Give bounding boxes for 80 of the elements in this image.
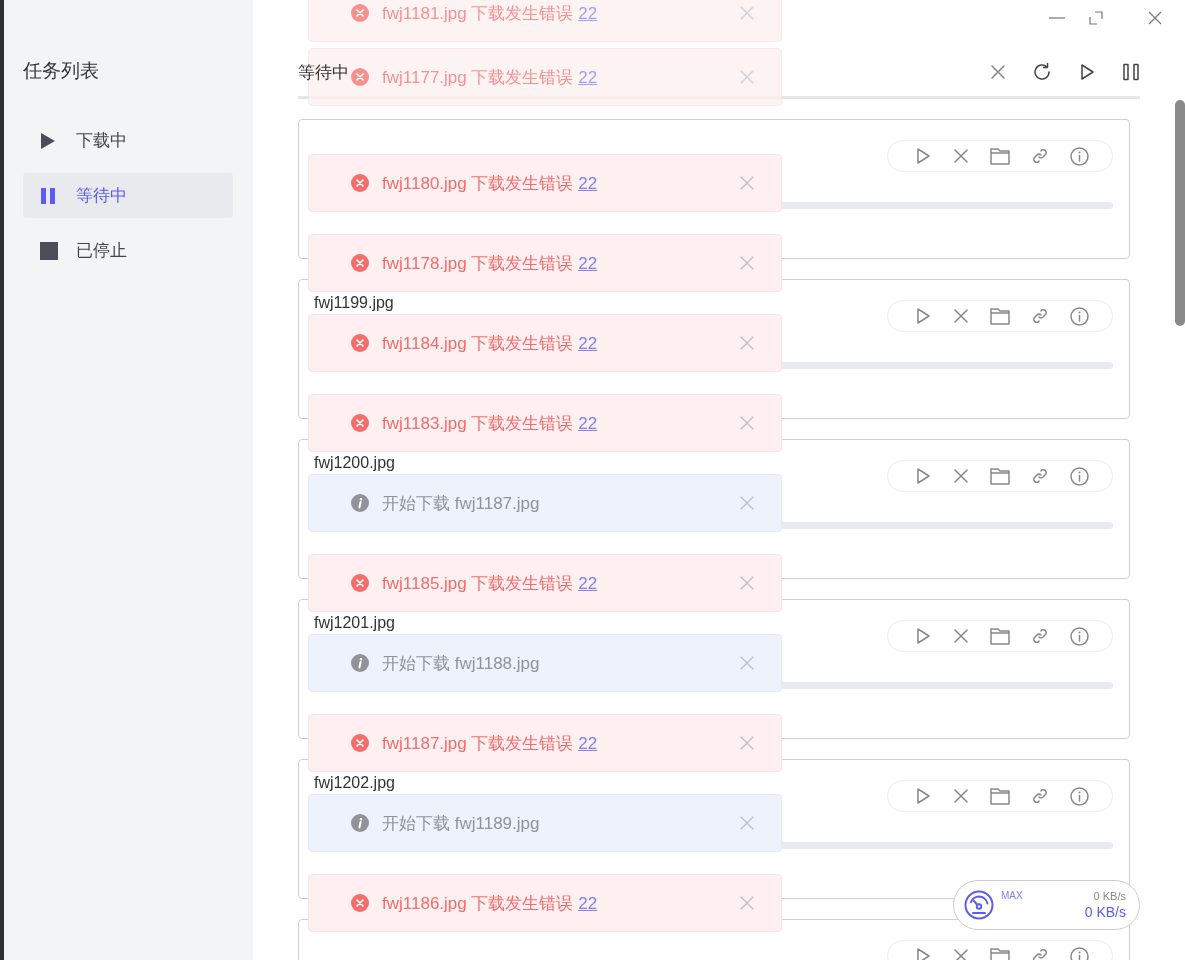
folder-icon[interactable] <box>990 307 1010 325</box>
error-icon <box>351 894 369 912</box>
folder-icon[interactable] <box>990 147 1010 165</box>
error-icon <box>351 734 369 752</box>
sidebar-item[interactable]: 下载中 <box>23 118 233 163</box>
info-icon <box>351 654 369 672</box>
info-icon <box>351 494 369 512</box>
sidebar-title: 任务列表 <box>23 59 100 83</box>
speed-widget[interactable]: MAX 0 KB/s 0 KB/s <box>953 880 1140 930</box>
error-icon <box>351 174 369 192</box>
error-icon <box>351 574 369 592</box>
link-icon[interactable] <box>1031 307 1049 325</box>
info-icon[interactable] <box>1070 146 1089 166</box>
toast-link[interactable]: 22 <box>578 893 598 913</box>
refresh-icon[interactable] <box>1032 62 1052 82</box>
toast-link[interactable]: 22 <box>578 733 598 753</box>
error-icon <box>351 4 369 22</box>
toast-link[interactable]: 22 <box>578 573 598 593</box>
upload-speed: 0 KB/s <box>1093 890 1126 902</box>
file-name: fwj1201.jpg <box>314 614 395 632</box>
sidebar-item[interactable]: 等待中 <box>23 173 233 218</box>
link-icon[interactable] <box>1031 627 1049 645</box>
toast-link[interactable]: 22 <box>578 173 598 193</box>
info-icon[interactable] <box>1070 946 1089 960</box>
error-icon <box>351 254 369 272</box>
toast-message: fwj1187.jpg 下载发生错误 22 <box>382 732 599 755</box>
link-icon[interactable] <box>1031 467 1049 485</box>
link-icon[interactable] <box>1031 147 1049 165</box>
toast-link[interactable]: 22 <box>578 333 598 353</box>
file-name: fwj1200.jpg <box>314 454 395 472</box>
toast-message: fwj1180.jpg 下载发生错误 22 <box>382 172 599 195</box>
info-icon[interactable] <box>1070 786 1089 806</box>
info-icon[interactable] <box>1070 626 1089 646</box>
close-icon[interactable] <box>953 148 969 164</box>
error-icon <box>351 414 369 432</box>
toast-link[interactable]: 22 <box>578 413 598 433</box>
close-icon[interactable] <box>990 64 1006 80</box>
play-icon[interactable] <box>1078 63 1096 81</box>
close-icon[interactable] <box>953 948 969 960</box>
speedometer-icon <box>964 890 994 920</box>
link-icon[interactable] <box>1031 947 1049 960</box>
error-icon <box>351 334 369 352</box>
page-title: 等待中 <box>298 61 349 84</box>
toast-link[interactable]: 22 <box>578 67 598 87</box>
toast-message: 开始下载 fwj1188.jpg <box>382 652 541 675</box>
folder-icon[interactable] <box>990 947 1010 960</box>
info-icon[interactable] <box>1070 466 1089 486</box>
toast-message: fwj1181.jpg 下载发生错误 22 <box>382 2 599 25</box>
pause-icon <box>40 186 58 205</box>
toast-message: 开始下载 fwj1187.jpg <box>382 492 541 515</box>
close-icon[interactable] <box>953 308 969 324</box>
toast-message: fwj1185.jpg 下载发生错误 22 <box>382 572 599 595</box>
maximize-icon[interactable] <box>1089 11 1103 25</box>
toast-message: fwj1177.jpg 下载发生错误 22 <box>382 66 599 89</box>
pause-icon[interactable] <box>1122 63 1140 81</box>
download-speed: 0 KB/s <box>1084 904 1126 920</box>
toast-message: fwj1184.jpg 下载发生错误 22 <box>382 332 599 355</box>
close-icon[interactable] <box>953 788 969 804</box>
close-icon[interactable] <box>1148 11 1162 25</box>
toast-link[interactable]: 22 <box>578 253 598 273</box>
folder-icon[interactable] <box>990 787 1010 805</box>
error-icon <box>351 68 369 86</box>
info-icon <box>351 814 369 832</box>
scrollbar-thumb[interactable] <box>1175 100 1185 326</box>
toast-message: fwj1178.jpg 下载发生错误 22 <box>382 252 599 275</box>
toast-message: fwj1183.jpg 下载发生错误 22 <box>382 412 599 435</box>
toast-message: fwj1186.jpg 下载发生错误 22 <box>382 892 599 915</box>
toast-message: 开始下载 fwj1189.jpg <box>382 812 541 835</box>
toast-link[interactable]: 22 <box>578 3 598 23</box>
file-name: fwj1202.jpg <box>314 774 395 792</box>
close-icon[interactable] <box>953 468 969 484</box>
speed-limit: MAX <box>1001 890 1023 901</box>
folder-icon[interactable] <box>990 627 1010 645</box>
file-name: fwj1199.jpg <box>314 294 394 312</box>
close-icon[interactable] <box>953 628 969 644</box>
folder-icon[interactable] <box>990 467 1010 485</box>
link-icon[interactable] <box>1031 787 1049 805</box>
info-icon[interactable] <box>1070 306 1089 326</box>
sidebar-item[interactable]: 已停止 <box>23 228 233 273</box>
stop-icon <box>40 241 58 260</box>
